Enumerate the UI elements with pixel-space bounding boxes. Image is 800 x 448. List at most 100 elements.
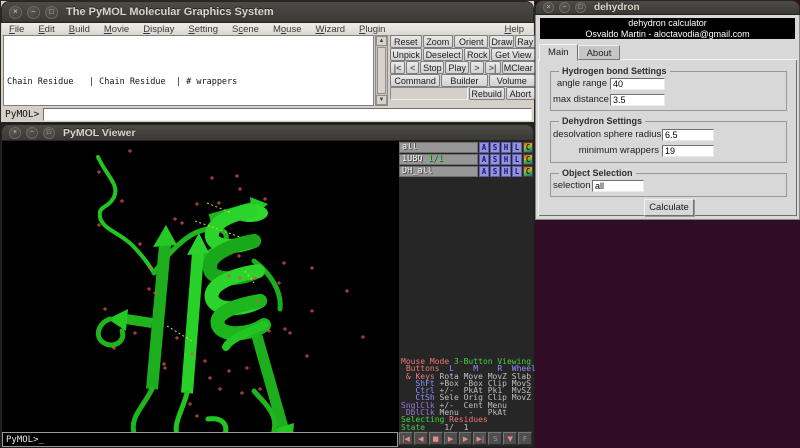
menu-item-plugin[interactable]: Plugin [352,24,392,35]
menu-item-scene[interactable]: Scene [225,24,266,35]
output-log[interactable]: Donor | Acceptor | Chain Residue | Chain… [3,35,374,106]
banner-author: Osvaldo Martin - aloctavodia@gmail.com [540,29,795,40]
minimize-icon[interactable]: − [26,127,38,139]
maximize-icon[interactable]: □ [45,6,58,19]
object-l-button[interactable]: L [512,142,522,153]
selection-field[interactable] [592,180,644,192]
tab-main[interactable]: Main [539,44,578,61]
dehydron-window: × − □ dehydron dehydron calculator Osval… [535,0,800,220]
close-icon[interactable]: × [9,127,21,139]
viewer-titlebar[interactable]: × − □ PyMOL Viewer [1,124,534,141]
object-s-button[interactable]: S [490,166,500,177]
play-button[interactable]: Play [445,61,469,74]
command-button[interactable]: Command [390,74,440,87]
scrollbar-thumb[interactable] [377,47,386,94]
minimize-icon[interactable]: − [559,2,570,13]
object-a-button[interactable]: A [479,154,489,165]
minimum-wrappers-field[interactable] [662,145,714,157]
desolvation-radius-field[interactable] [662,129,714,141]
vcr-button[interactable]: ▶| [473,432,487,445]
object-name[interactable]: all [399,142,478,153]
menu-item-movie[interactable]: Movie [97,24,136,35]
close-icon[interactable]: × [543,2,554,13]
abort-button[interactable]: Abort [506,87,535,100]
object-c-button[interactable]: C [523,154,533,165]
mclear-button[interactable]: MClear [502,61,535,74]
vcr-button[interactable]: ▶ [444,432,458,445]
window-controls: × − □ [9,6,58,19]
object-a-button[interactable]: A [479,142,489,153]
output-scrollbar[interactable]: ▲ ▼ [375,35,388,106]
stop-button[interactable]: Stop [420,61,444,74]
calculate-button[interactable]: Calculate [644,199,694,216]
menu-item-file[interactable]: File [2,24,31,35]
water-cross [203,359,207,363]
water-cross [218,387,222,391]
group-object-selection: Object Selection selection [550,173,787,197]
menu-items: FileEditBuildMovieDisplaySettingSceneMou… [2,24,392,35]
rock-button[interactable]: Rock [464,48,491,61]
menu-item-build[interactable]: Build [62,24,97,35]
command-input[interactable] [43,108,532,121]
vcr-button[interactable]: F [518,432,532,445]
--button[interactable]: > [470,61,483,74]
menu-item-setting[interactable]: Setting [181,24,225,35]
object-l-button[interactable]: L [512,166,522,177]
maximize-icon[interactable]: □ [575,2,586,13]
vcr-button[interactable]: ◀ [414,432,428,445]
vcr-button[interactable]: |◀ [399,432,413,445]
object-a-button[interactable]: A [479,166,489,177]
builder-button[interactable]: Builder [441,74,487,87]
--button[interactable]: < [406,61,419,74]
object-h-button[interactable]: H [501,154,511,165]
--button[interactable]: |< [390,61,405,74]
control-row: |<<StopPlay>>|MClear [390,61,535,74]
menu-item-display[interactable]: Display [136,24,181,35]
vcr-button[interactable]: S [488,432,502,445]
close-icon[interactable]: × [9,6,22,19]
object-c-button[interactable]: C [523,142,533,153]
molecule-viewport[interactable] [2,141,399,432]
menu-item-wizard[interactable]: Wizard [308,24,352,35]
water-cross [180,221,184,225]
draw-button[interactable]: Draw [489,35,514,48]
scroll-up-icon[interactable]: ▲ [376,36,387,46]
viewer-command-line[interactable]: PyMOL>_ [2,432,398,447]
scroll-down-icon[interactable]: ▼ [376,95,387,105]
angle-range-field[interactable] [610,78,665,90]
dehydron-titlebar[interactable]: × − □ dehydron [535,0,800,15]
window-title: The PyMOL Molecular Graphics System [66,6,274,18]
maximize-icon[interactable]: □ [43,127,55,139]
vcr-button[interactable]: ■ [429,432,443,445]
unpick-button[interactable]: Unpick [390,48,422,61]
main-titlebar[interactable]: × − □ The PyMOL Molecular Graphics Syste… [1,1,534,23]
menu-item-mouse[interactable]: Mouse [266,24,309,35]
ray-button[interactable]: Ray [515,35,535,48]
reset-button[interactable]: Reset [390,35,422,48]
max-distance-field[interactable] [610,94,665,106]
orient-button[interactable]: Orient [454,35,488,48]
rebuild-button[interactable]: Rebuild [469,87,505,100]
vcr-button[interactable]: ▼ [503,432,517,445]
object-c-button[interactable]: C [523,166,533,177]
object-l-button[interactable]: L [512,154,522,165]
minimize-icon[interactable]: − [27,6,40,19]
protein-cartoon [2,141,399,432]
object-h-button[interactable]: H [501,166,511,177]
volume-button[interactable]: Volume [489,74,535,87]
deselect-button[interactable]: Deselect [423,48,463,61]
zoom-button[interactable]: Zoom [423,35,454,48]
--button[interactable]: >| [485,61,501,74]
vcr-button[interactable]: ▶ [459,432,473,445]
menu-item-help[interactable]: Help [495,24,533,35]
object-s-button[interactable]: S [490,154,500,165]
object-name[interactable]: DH_all [399,166,478,177]
water-cross [103,307,107,311]
menu-item-edit[interactable]: Edit [31,24,61,35]
object-name[interactable]: 1UBQ 1/1 [399,154,478,165]
get-view-button[interactable]: Get View [491,48,535,61]
object-h-button[interactable]: H [501,142,511,153]
tab-about[interactable]: About [578,45,621,60]
main-prompt-row: PyMOL> [3,107,532,122]
object-s-button[interactable]: S [490,142,500,153]
